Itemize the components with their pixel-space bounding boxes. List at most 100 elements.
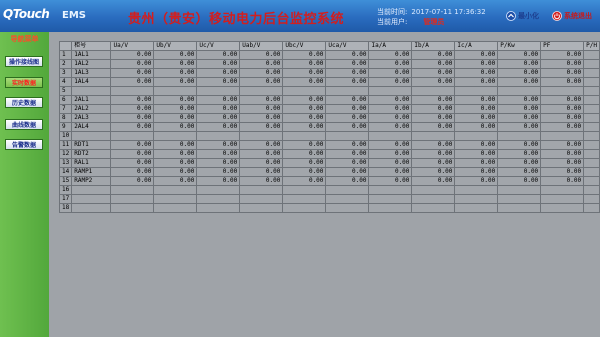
data-cell: 0.00 [282, 113, 327, 123]
data-cell: 0.00 [368, 122, 413, 132]
data-cell: 0.00 [411, 68, 456, 78]
sidebar-item-wiring-diagram[interactable]: 操作接线图 [5, 56, 43, 67]
table-row[interactable]: 10 [59, 131, 600, 141]
data-cell [454, 86, 499, 96]
data-cell [153, 131, 198, 141]
data-cell: 0.00 [497, 95, 542, 105]
data-cell: 0.00 [454, 122, 499, 132]
data-cell: 0.00 [454, 68, 499, 78]
sidebar-item-curve-data[interactable]: 曲线数据 [5, 119, 43, 130]
data-cell: 0.00 [411, 158, 456, 168]
data-cell: 0.00 [110, 176, 155, 186]
table-row[interactable]: 16 [59, 185, 600, 195]
sidebar-item-alarm-data[interactable]: 告警数据 [5, 139, 43, 150]
data-cell [110, 86, 155, 96]
table-row[interactable]: 11 RDT1 0.00 0.00 0.00 0.00 0.00 0.00 0.00 0.00 0.… [59, 140, 600, 150]
table-row[interactable]: 13 RAL1 0.00 0.00 0.00 0.00 0.00 0.00 0.00 0.00 0.… [59, 158, 600, 168]
cabinet-name: 2AL2 [71, 104, 112, 114]
table-row[interactable]: 8 2AL3 0.00 0.00 0.00 0.00 0.00 0.00 0.00 0.00 0.0… [59, 113, 600, 123]
row-number: 4 [59, 77, 73, 87]
exit-button[interactable]: 系统退出 [552, 10, 592, 22]
data-cell [583, 95, 600, 105]
data-cell: 0.00 [153, 104, 198, 114]
data-cell: 0.00 [110, 59, 155, 69]
data-cell: 0.00 [196, 68, 241, 78]
cabinet-name: RAMP2 [71, 176, 112, 186]
table-row[interactable]: 15 RAMP2 0.00 0.00 0.00 0.00 0.00 0.00 0.00 0.00 0… [59, 176, 600, 186]
table-row[interactable]: 5 [59, 86, 600, 96]
data-cell [583, 122, 600, 132]
data-cell: 0.00 [368, 158, 413, 168]
current-time: 当前时间: 2017-07-11 17:36:32 [377, 7, 486, 17]
data-cell: 0.00 [110, 158, 155, 168]
sidebar-item-history-data[interactable]: 历史数据 [5, 97, 43, 108]
data-cell [497, 194, 542, 204]
data-cell: 0.00 [368, 95, 413, 105]
table-row[interactable]: 7 2AL2 0.00 0.00 0.00 0.00 0.00 0.00 0.00 0.00 0.0… [59, 104, 600, 114]
data-cell: 0.00 [411, 149, 456, 159]
data-cell: 0.00 [110, 167, 155, 177]
data-cell: 0.00 [540, 68, 585, 78]
data-cell: 0.00 [368, 167, 413, 177]
data-cell [540, 131, 585, 141]
table-row[interactable]: 3 1AL3 0.00 0.00 0.00 0.00 0.00 0.00 0.00 0.00 0.0… [59, 68, 600, 78]
column-header: Ub/V [153, 41, 198, 51]
app-header: QTouch EMS 贵州（贵安）移动电力后台监控系统 当前时间: 2017-07… [0, 0, 600, 32]
column-header: Uca/V [325, 41, 370, 51]
minimize-button[interactable]: 最小化 [506, 10, 539, 22]
table-row[interactable]: 4 1AL4 0.00 0.00 0.00 0.00 0.00 0.00 0.00 0.00 0.0… [59, 77, 600, 87]
data-cell [454, 131, 499, 141]
sidebar-item-realtime-data[interactable]: 实时数据 [5, 77, 43, 88]
data-cell [540, 185, 585, 195]
data-cell [583, 50, 600, 60]
row-number: 15 [59, 176, 73, 186]
table-row[interactable]: 12 RDT2 0.00 0.00 0.00 0.00 0.00 0.00 0.00 0.00 0.… [59, 149, 600, 159]
data-cell: 0.00 [153, 95, 198, 105]
data-cell: 0.00 [282, 167, 327, 177]
column-header: Ua/V [110, 41, 155, 51]
data-cell: 0.00 [325, 158, 370, 168]
data-cell: 0.00 [368, 149, 413, 159]
table-row[interactable]: 17 [59, 194, 600, 204]
data-cell: 0.00 [239, 167, 284, 177]
data-cell: 0.00 [282, 122, 327, 132]
cabinet-name [71, 86, 112, 96]
data-cell: 0.00 [282, 140, 327, 150]
table-row[interactable]: 2 1AL2 0.00 0.00 0.00 0.00 0.00 0.00 0.00 0.00 0.0… [59, 59, 600, 69]
data-cell: 0.00 [325, 77, 370, 87]
cabinet-name: RDT1 [71, 140, 112, 150]
data-cell [497, 86, 542, 96]
power-icon [552, 11, 562, 21]
data-cell: 0.00 [325, 122, 370, 132]
data-cell [368, 203, 413, 213]
table-row[interactable]: 1 1AL1 0.00 0.00 0.00 0.00 0.00 0.00 0.00 0.00 0.0… [59, 50, 600, 60]
table-row[interactable]: 9 2AL4 0.00 0.00 0.00 0.00 0.00 0.00 0.00 0.00 0.0… [59, 122, 600, 132]
data-cell [583, 86, 600, 96]
data-cell: 0.00 [497, 167, 542, 177]
table-header-row: 柜号 Ua/V Ub/V Uc/V Uab/V Ubc/V Uca/V Ia/A Ib/A Ic/… [59, 41, 600, 51]
table-row[interactable]: 6 2AL1 0.00 0.00 0.00 0.00 0.00 0.00 0.00 0.00 0.0… [59, 95, 600, 105]
data-cell: 0.00 [239, 176, 284, 186]
data-cell: 0.00 [196, 77, 241, 87]
time-label: 当前时间: [377, 8, 408, 16]
data-cell: 0.00 [540, 95, 585, 105]
row-number: 18 [59, 203, 73, 213]
cabinet-name: RAL1 [71, 158, 112, 168]
data-cell: 0.00 [282, 104, 327, 114]
table-row[interactable]: 18 [59, 203, 600, 213]
data-cell: 0.00 [411, 95, 456, 105]
data-cell [411, 203, 456, 213]
minimize-label: 最小化 [518, 12, 539, 20]
data-cell: 0.00 [497, 59, 542, 69]
data-cell: 0.00 [196, 113, 241, 123]
data-cell [583, 59, 600, 69]
data-cell: 0.00 [110, 77, 155, 87]
data-cell: 0.00 [454, 50, 499, 60]
data-cell [411, 131, 456, 141]
data-cell: 0.00 [325, 68, 370, 78]
time-value: 2017-07-11 17:36:32 [411, 8, 486, 16]
table-row[interactable]: 14 RAMP1 0.00 0.00 0.00 0.00 0.00 0.00 0.00 0.00 0… [59, 167, 600, 177]
data-cell: 0.00 [325, 167, 370, 177]
ems-label: EMS [62, 10, 86, 21]
data-cell: 0.00 [110, 50, 155, 60]
